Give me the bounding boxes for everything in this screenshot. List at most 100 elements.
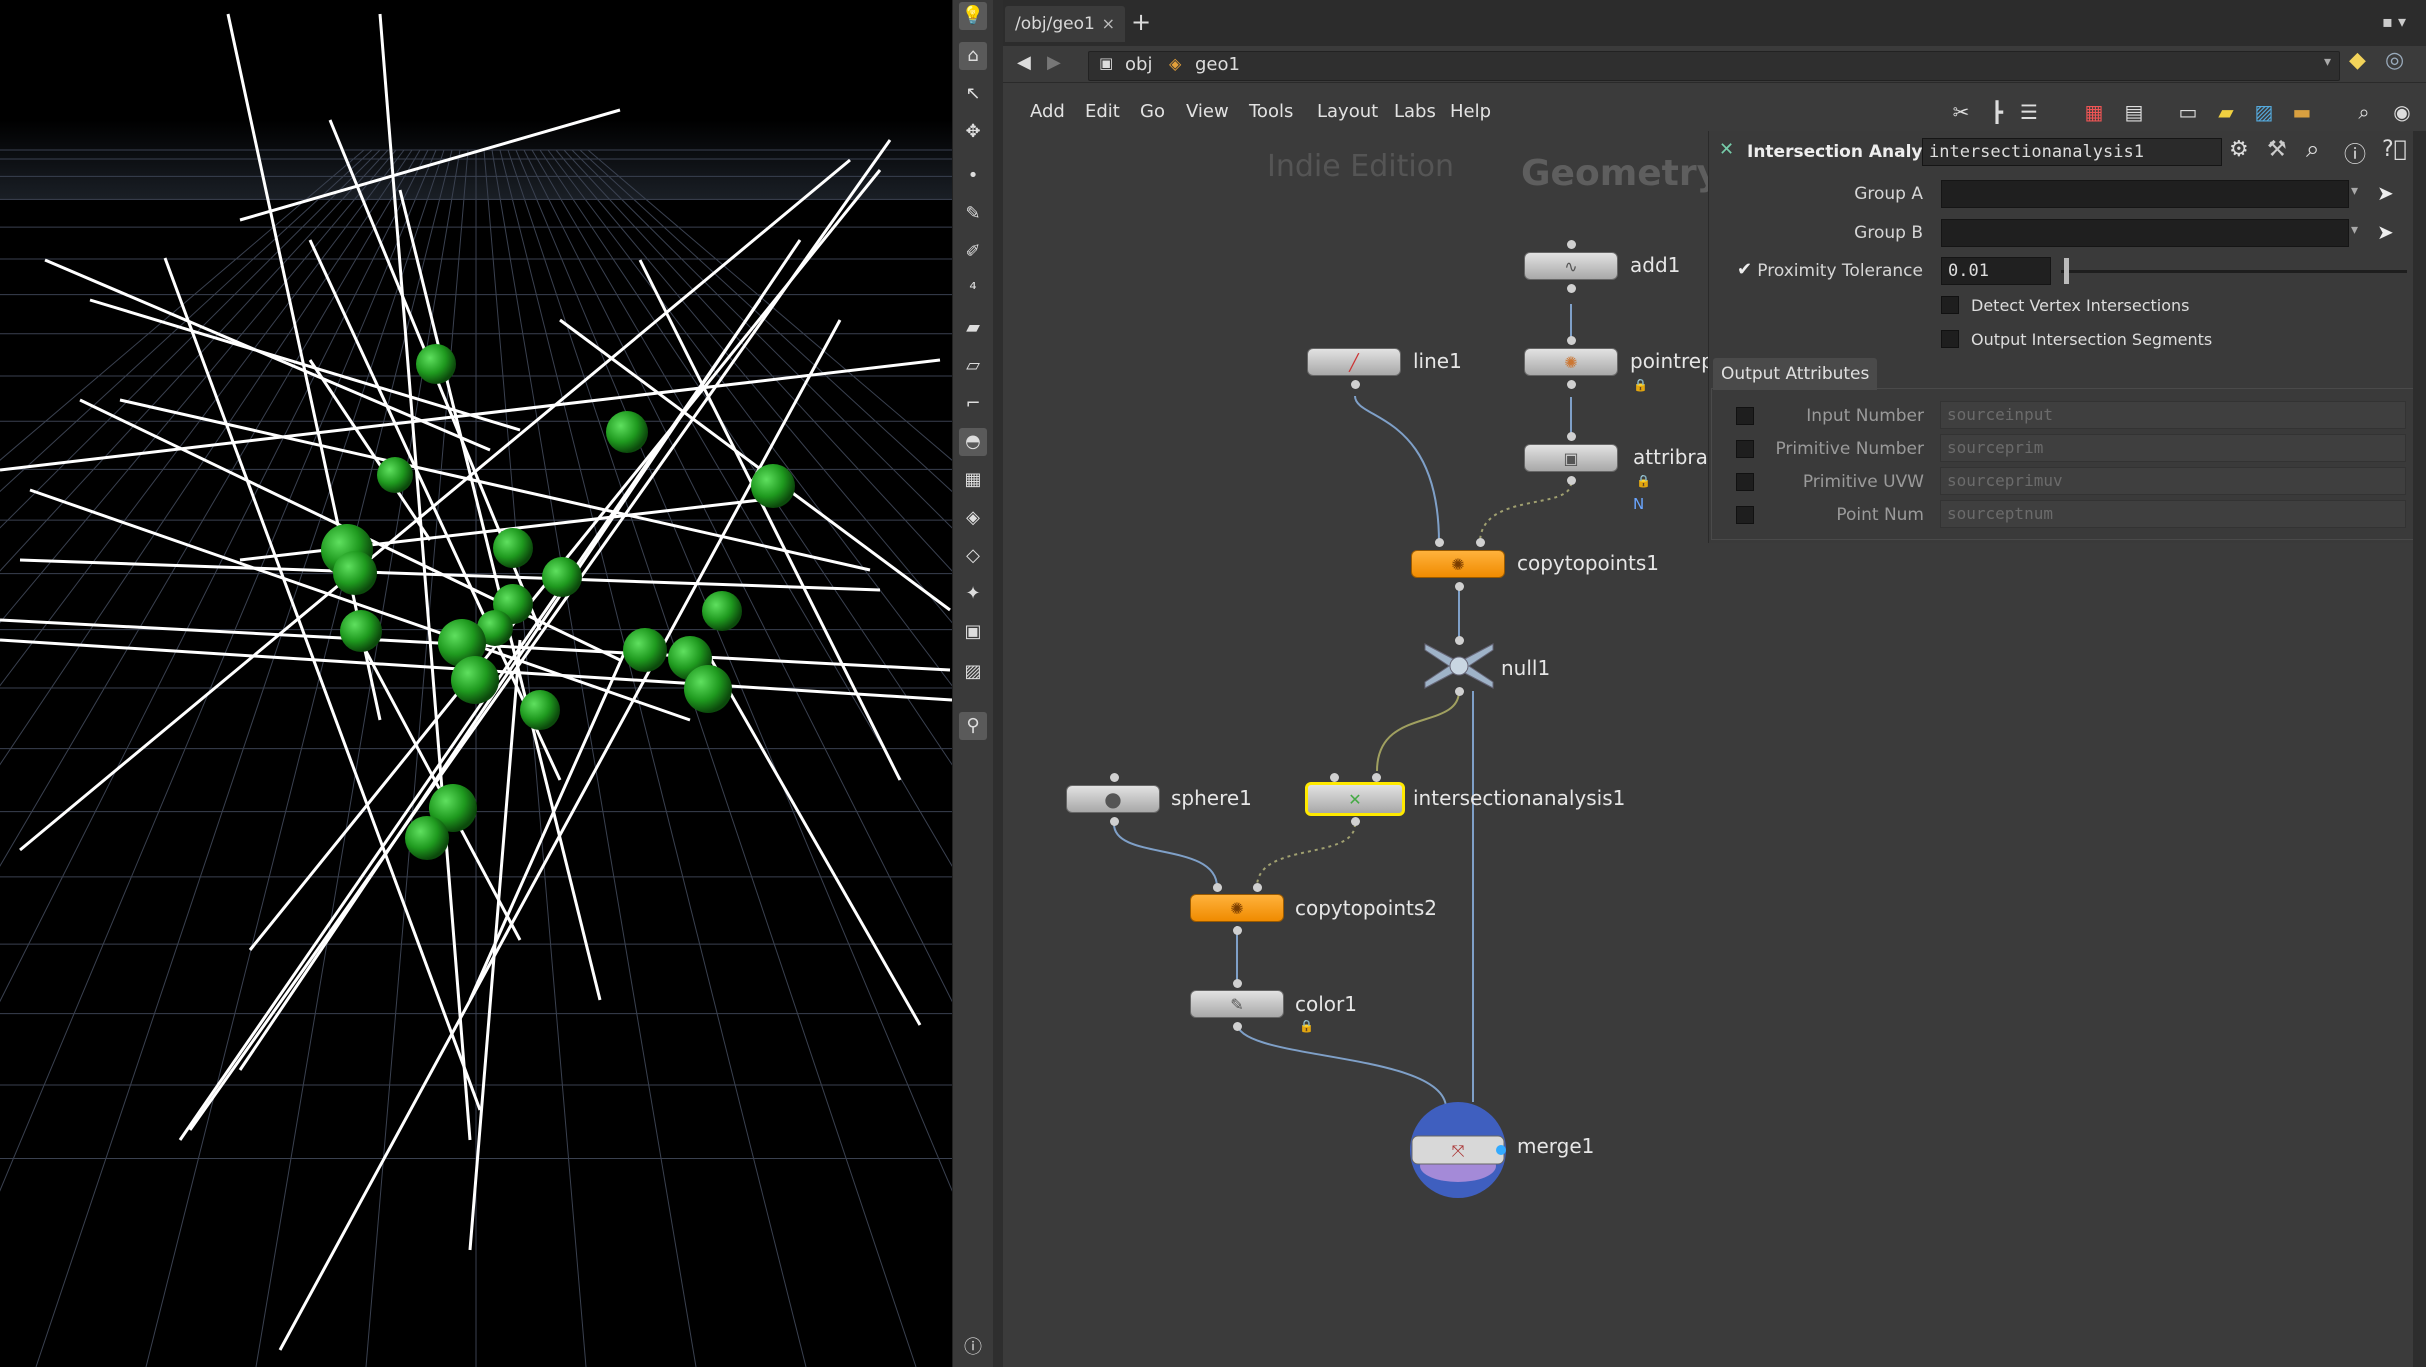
output-dot[interactable] (1567, 476, 1576, 485)
counter2-icon[interactable]: ▱ (959, 352, 987, 380)
chevron-down-icon[interactable]: ▾ (2351, 222, 2358, 238)
pane-menu-icon[interactable]: ▪ ▾ (2382, 12, 2406, 31)
breadcrumb-geo1[interactable]: geo1 (1195, 54, 1240, 75)
close-icon[interactable]: × (1102, 14, 1115, 33)
proximity-slider-handle[interactable] (2064, 258, 2070, 284)
search-icon[interactable]: ⌕ (2306, 135, 2319, 163)
transform-icon[interactable]: ✥ (959, 118, 987, 146)
input-dot[interactable] (1435, 538, 1444, 547)
snap-icon[interactable]: ⌐ (959, 390, 987, 418)
help-icon[interactable]: ?⃝ (2382, 137, 2407, 162)
input-dot[interactable] (1233, 979, 1242, 988)
menu-add[interactable]: Add (1030, 101, 1065, 122)
node-name-field[interactable]: intersectionanalysis1 (1922, 138, 2222, 166)
menu-tools[interactable]: Tools (1249, 101, 1293, 122)
menu-layout[interactable]: Layout (1317, 101, 1378, 122)
pane-divider[interactable] (993, 0, 1003, 1367)
output-dot[interactable] (1455, 687, 1464, 696)
group-a-field[interactable] (1941, 180, 2349, 208)
wrench-icon[interactable]: ✂ (1947, 99, 1975, 125)
node-null1[interactable] (1421, 640, 1497, 692)
node-line1[interactable]: ╱ (1307, 348, 1401, 376)
primitive-number-field[interactable]: sourceprim (1940, 434, 2406, 462)
input-dot[interactable] (1213, 883, 1222, 892)
tab-obj-geo1[interactable]: /obj/geo1 × (1005, 6, 1125, 42)
output-dot[interactable] (1110, 817, 1119, 826)
input-dot[interactable] (1330, 773, 1339, 782)
display-icon[interactable]: ▣ (959, 618, 987, 646)
node-copytopoints1[interactable]: ✺ (1411, 550, 1505, 578)
bundle-icon[interactable]: ▬ (2288, 99, 2316, 125)
view-icon[interactable]: ▦ (959, 466, 987, 494)
output-dot[interactable] (1233, 926, 1242, 935)
right-scrollbar[interactable] (2413, 131, 2426, 1367)
sculpt-icon[interactable]: ✐ (959, 238, 987, 266)
input-dot[interactable] (1567, 240, 1576, 249)
input-dot[interactable] (1110, 773, 1119, 782)
link-icon[interactable]: ◎ (2385, 48, 2404, 73)
search-icon[interactable]: ⌕ (2350, 99, 2378, 125)
brush-icon[interactable]: ✎ (959, 200, 987, 228)
node-copytopoints2[interactable]: ✺ (1190, 894, 1284, 922)
pin-icon[interactable]: ◆ (2349, 48, 2366, 73)
select-arrow-icon[interactable]: ➤ (2377, 220, 2394, 244)
input-dot[interactable] (1476, 538, 1485, 547)
grid-icon[interactable]: ▤ (2120, 99, 2148, 125)
menu-labs[interactable]: Labs (1394, 101, 1436, 122)
input-dot[interactable] (1567, 432, 1576, 441)
menu-help[interactable]: Help (1450, 101, 1491, 122)
eye-icon[interactable]: ◉ (2388, 99, 2416, 125)
network-box-icon[interactable]: ▭ (2174, 99, 2202, 125)
output-segments-checkbox[interactable] (1941, 330, 1959, 348)
node-color1[interactable]: ✎ (1190, 990, 1284, 1018)
mask-icon[interactable]: ✦ (959, 580, 987, 608)
camera-icon[interactable]: ⌂ (959, 42, 987, 70)
menu-go[interactable]: Go (1140, 101, 1165, 122)
output-dot[interactable] (1351, 817, 1360, 826)
wrench-icon[interactable]: ⚒ (2267, 137, 2287, 162)
output-dot[interactable] (1233, 1022, 1242, 1031)
info-icon[interactable]: ⓘ (959, 1334, 987, 1362)
image-icon[interactable]: ▨ (2250, 99, 2278, 125)
output-dot[interactable] (1455, 582, 1464, 591)
node-pointrep[interactable]: ✺ (1524, 348, 1618, 376)
proximity-tolerance-field[interactable]: 0.01 (1941, 257, 2051, 285)
input-dot[interactable] (1253, 883, 1262, 892)
gear-icon[interactable]: ⚙ (2229, 137, 2249, 162)
node-sphere1[interactable]: ● (1066, 785, 1160, 813)
select-arrow-icon[interactable]: ➤ (2377, 181, 2394, 205)
point-num-field[interactable]: sourceptnum (1940, 500, 2406, 528)
input-number-field[interactable]: sourceinput (1940, 401, 2406, 429)
path-field[interactable]: ▣ obj ◈ geo1 ▾ (1088, 51, 2340, 81)
select-icon[interactable]: ↖ (959, 80, 987, 108)
chevron-down-icon[interactable]: ▾ (2351, 183, 2358, 199)
proximity-slider-track[interactable] (2061, 270, 2407, 273)
counter-icon[interactable]: ⁴ (959, 276, 987, 304)
output-dot[interactable] (1567, 380, 1576, 389)
detect-vertex-checkbox[interactable] (1941, 296, 1959, 314)
tree-icon[interactable]: ┣ (1983, 99, 2011, 125)
chevron-down-icon[interactable]: ▾ (2324, 54, 2331, 70)
input-dot[interactable] (1372, 773, 1381, 782)
3d-viewport[interactable] (0, 0, 952, 1367)
menu-view[interactable]: View (1186, 101, 1229, 122)
ghost-icon[interactable]: ◇ (959, 542, 987, 570)
forward-icon[interactable]: ▶ (1047, 52, 1061, 73)
breadcrumb-obj[interactable]: obj (1125, 54, 1152, 75)
info-icon[interactable]: ⓘ (2344, 137, 2366, 169)
node-merge1[interactable]: ⤧ (1408, 1100, 1510, 1202)
output-dot[interactable] (1567, 284, 1576, 293)
curve-icon[interactable]: ◓ (959, 428, 987, 456)
group-b-field[interactable] (1941, 219, 2349, 247)
back-icon[interactable]: ◀ (1017, 52, 1031, 73)
output-dot[interactable] (1351, 380, 1360, 389)
list-icon[interactable]: ☰ (2015, 99, 2043, 125)
primitive-uvw-field[interactable]: sourceprimuv (1940, 467, 2406, 495)
node-attribrar[interactable]: ▣ (1524, 444, 1618, 472)
tab-output-attributes[interactable]: Output Attributes (1713, 358, 1878, 390)
input-dot[interactable] (1567, 336, 1576, 345)
node-add1[interactable]: ∿ (1524, 252, 1618, 280)
paint-icon[interactable]: ▰ (959, 314, 987, 342)
add-tab-icon[interactable]: + (1131, 8, 1151, 36)
node-intersectionanalysis1[interactable]: ✕ (1305, 782, 1405, 816)
